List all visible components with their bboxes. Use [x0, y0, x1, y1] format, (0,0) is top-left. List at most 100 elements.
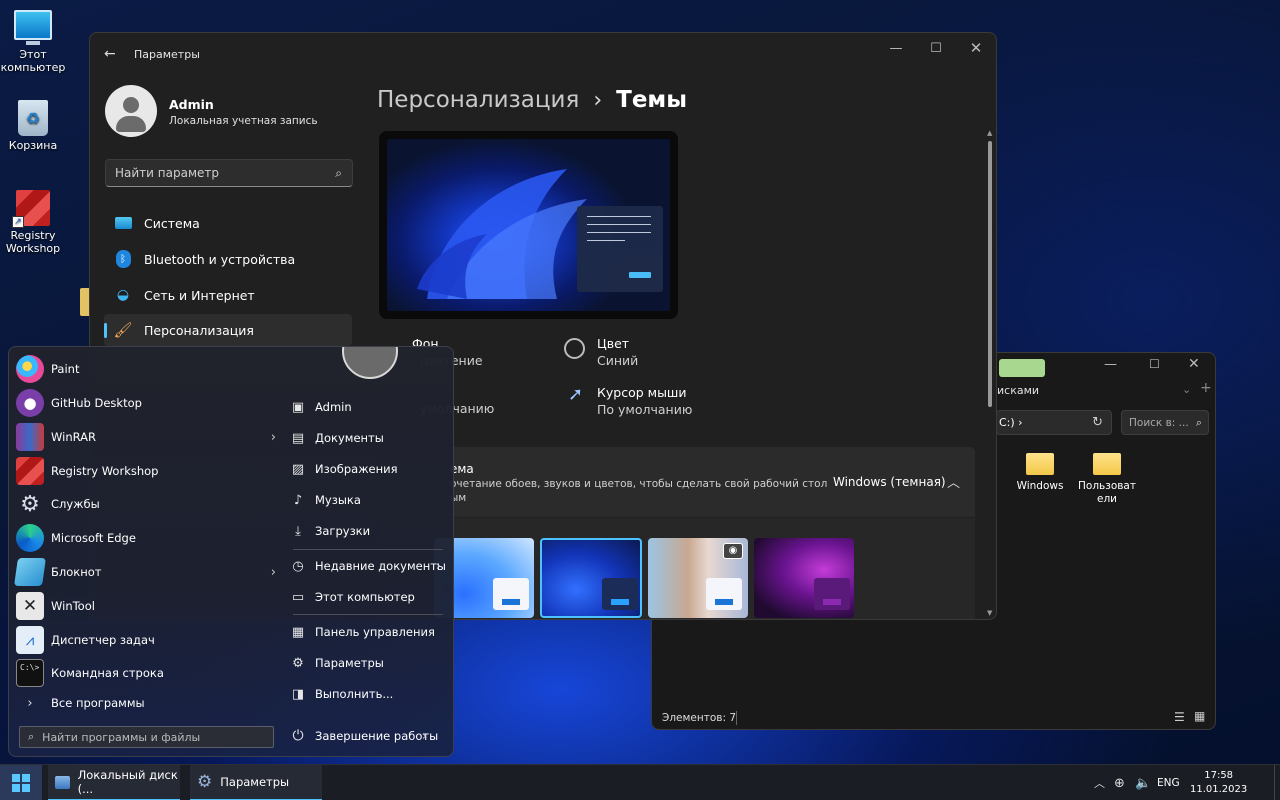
back-arrow-icon[interactable]: ← [104, 46, 116, 62]
window-title: Параметры [134, 48, 200, 61]
explorer-tab[interactable] [999, 359, 1045, 377]
folder-icon [1026, 453, 1054, 475]
place-downloads[interactable]: ⤓ Загрузки [289, 517, 449, 545]
github-icon: ● [16, 389, 44, 417]
image-icon: ▨ [291, 461, 305, 477]
start-app-services[interactable]: ⚙ Службы [16, 488, 276, 520]
color-title: Цвет [597, 336, 630, 351]
start-app-winrar[interactable]: WinRAR › [16, 421, 276, 453]
breadcrumb-parent[interactable]: Персонализация [377, 87, 579, 113]
notepad-icon [14, 558, 46, 586]
new-tab-icon[interactable]: + [1200, 380, 1212, 396]
start-app-edge[interactable]: Microsoft Edge [16, 522, 276, 554]
address-bar[interactable]: C:) › ↻ [996, 410, 1112, 435]
minimize-button[interactable]: — [876, 33, 916, 63]
network-icon[interactable]: ⊕ [1114, 765, 1125, 800]
chevron-down-icon[interactable]: ⌄ [1182, 383, 1191, 396]
start-user-avatar[interactable] [342, 347, 398, 379]
theme-thumb-glow[interactable] [754, 538, 854, 618]
app-label: Блокнот [51, 565, 102, 579]
brush-icon: 🖌 [113, 321, 133, 339]
refresh-icon[interactable]: ↻ [1092, 415, 1103, 430]
avatar[interactable] [105, 85, 157, 137]
place-images[interactable]: ▨ Изображения [289, 455, 449, 483]
task-manager-icon: ⩘ [16, 626, 44, 654]
start-app-task-manager[interactable]: ⩘ Диспетчер задач [16, 624, 276, 656]
place-control-panel[interactable]: ▦ Панель управления [289, 618, 449, 646]
place-settings[interactable]: ⚙ Параметры [289, 649, 449, 677]
place-run[interactable]: ◨ Выполнить... [289, 680, 449, 708]
nav-item-network[interactable]: ◒ Сеть и Интернет [104, 279, 352, 311]
breadcrumb: Персонализация › Темы [377, 87, 687, 113]
start-app-cmd[interactable]: C:\> Командная строка [16, 657, 276, 689]
tray-overflow-icon[interactable]: ︿ [1094, 765, 1105, 800]
scrollbar-thumb[interactable] [988, 141, 992, 407]
maximize-button[interactable]: ☐ [1149, 357, 1160, 371]
place-recent[interactable]: ◷ Недавние документы › [289, 552, 449, 580]
place-documents[interactable]: ▤ Документы [289, 424, 449, 452]
chevron-right-icon[interactable]: › [271, 430, 276, 445]
chevron-right-icon[interactable]: › [271, 565, 276, 580]
nav-item-system[interactable]: Система [104, 207, 352, 239]
theme-thumb-flowers[interactable]: ◉ [648, 538, 748, 618]
maximize-button[interactable]: ☐ [916, 33, 956, 63]
start-app-wintool[interactable]: ✕ WinTool [16, 590, 276, 622]
color-setting[interactable]: Цвет Синий [597, 335, 638, 369]
app-label: Paint [51, 362, 80, 376]
explorer-item-users[interactable]: Пользоват ели [1076, 453, 1138, 506]
cursor-setting[interactable]: Курсор мыши По умолчанию [597, 384, 692, 418]
start-menu[interactable]: Paint ● GitHub Desktop WinRAR › Registry… [8, 346, 454, 757]
close-button[interactable]: ✕ [1188, 356, 1200, 372]
desktop-icon-recycle-bin[interactable]: ♻ Корзина [0, 100, 66, 152]
language-indicator[interactable]: ENG [1157, 765, 1180, 800]
explorer-icon [55, 775, 70, 789]
shutdown-button[interactable]: ⏻ Завершение работы › [289, 722, 449, 750]
show-desktop-button[interactable] [1274, 765, 1280, 800]
start-app-github[interactable]: ● GitHub Desktop [16, 387, 276, 419]
desktop-icon-label: Workshop [5, 242, 61, 255]
taskbar-item-explorer[interactable]: Локальный диск (... [48, 765, 180, 800]
explorer-item-windows[interactable]: Windows [1010, 453, 1070, 493]
search-icon: ⌕ [1195, 415, 1202, 429]
music-icon: ♪ [293, 492, 303, 508]
chevron-right-icon[interactable]: › [436, 559, 441, 574]
nav-item-bluetooth[interactable]: ᛒ Bluetooth и устройства [104, 243, 352, 275]
chevron-right-icon[interactable]: › [422, 729, 427, 744]
nav-item-label: Bluetooth и устройства [144, 251, 296, 267]
desktop-icon-label: Registry [10, 229, 56, 242]
scrollbar[interactable]: ▲ ▼ [986, 129, 994, 617]
tiles-view-icon[interactable]: ▦ [1194, 709, 1205, 723]
user-subtitle: Локальная учетная запись [169, 115, 318, 127]
current-theme-card[interactable]: ема очетание обоев, звуков и цветов, что… [379, 447, 975, 517]
place-this-pc[interactable]: ▭ Этот компьютер [289, 583, 449, 611]
taskbar-item-settings[interactable]: ⚙ Параметры [190, 765, 322, 800]
place-admin[interactable]: ▣ Admin [289, 393, 449, 421]
chevron-up-icon[interactable]: ︿ [947, 472, 960, 491]
start-app-notepad[interactable]: Блокнот › [14, 556, 276, 588]
volume-icon[interactable]: 🔈 [1135, 765, 1151, 800]
start-button[interactable] [0, 765, 42, 800]
services-icon: ⚙ [20, 491, 40, 517]
start-search-input[interactable]: ⌕ Найти программы и файлы [19, 726, 274, 748]
explorer-tab-label: исками [997, 384, 1040, 397]
all-programs-button[interactable]: › Все программы [16, 688, 276, 718]
paint-icon [16, 355, 44, 383]
folder-label: Пользоват [1078, 480, 1136, 492]
nav-item-personalization[interactable]: 🖌 Персонализация [104, 314, 352, 346]
folder-label: ели [1097, 493, 1117, 505]
search-input[interactable]: Найти параметр ⌕ [105, 159, 353, 187]
start-app-registry-workshop[interactable]: Registry Workshop [16, 455, 276, 487]
desktop-icon-registry-workshop[interactable]: ↗ Registry Workshop [0, 190, 66, 255]
theme-preview [379, 131, 678, 319]
minimize-button[interactable]: — [1104, 357, 1117, 372]
details-view-icon[interactable]: ☰ [1174, 710, 1185, 724]
close-button[interactable]: ✕ [956, 33, 996, 63]
clock-date: 11.01.2023 [1190, 784, 1248, 795]
desktop-icon-this-pc[interactable]: Этот компьютер [0, 10, 66, 74]
place-music[interactable]: ♪ Музыка [289, 486, 449, 514]
start-app-paint[interactable]: Paint [16, 353, 276, 385]
theme-thumb-windows-dark[interactable] [540, 538, 642, 618]
explorer-search-input[interactable]: Поиск в: ... ⌕ [1121, 410, 1209, 435]
clock[interactable]: 17:58 11.01.2023 [1190, 765, 1247, 800]
registry-icon [16, 457, 44, 485]
